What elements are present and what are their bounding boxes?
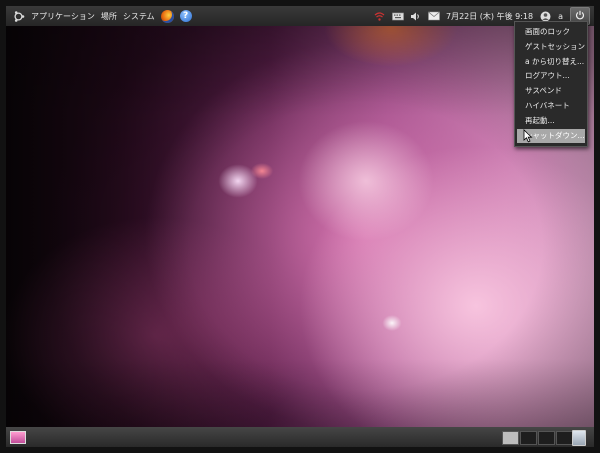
clock[interactable]: 7月22日 (木) 午後 9:18 xyxy=(446,11,533,22)
menu-item-guest-session[interactable]: ゲストセッション xyxy=(515,40,587,55)
menu-item-switch-user[interactable]: a から切り替え... xyxy=(515,55,587,70)
ubuntu-logo-icon[interactable] xyxy=(12,10,25,23)
menu-item-restart[interactable]: 再起動... xyxy=(515,114,587,129)
workspace-switcher xyxy=(502,431,573,445)
menu-item-hibernate[interactable]: ハイバネート xyxy=(515,99,587,114)
system-menu[interactable]: システム xyxy=(123,11,155,22)
user-status-icon[interactable] xyxy=(540,11,551,22)
help-icon[interactable]: ? xyxy=(179,10,192,22)
top-panel: アプリケーション 場所 システム ? 7月22日 (木) 午後 9:18 a xyxy=(6,6,594,26)
menu-item-lock-screen[interactable]: 画面のロック xyxy=(515,25,587,40)
show-desktop-button[interactable] xyxy=(10,431,26,444)
mouse-cursor-icon xyxy=(523,128,533,143)
workspace-3[interactable] xyxy=(538,431,555,445)
workspace-2[interactable] xyxy=(520,431,537,445)
menu-item-suspend[interactable]: サスペンド xyxy=(515,84,587,99)
desktop-wallpaper xyxy=(6,6,594,447)
trash-icon[interactable] xyxy=(572,430,586,446)
firefox-icon[interactable] xyxy=(160,9,174,23)
bottom-panel xyxy=(6,427,594,447)
network-icon[interactable] xyxy=(374,11,385,22)
volume-icon[interactable] xyxy=(410,11,421,22)
mail-icon[interactable] xyxy=(428,11,440,22)
keyboard-icon[interactable] xyxy=(392,11,404,22)
user-name[interactable]: a xyxy=(558,12,563,21)
workspace-1[interactable] xyxy=(502,431,519,445)
menu-item-logout[interactable]: ログアウト... xyxy=(515,69,587,84)
desktop-screen: アプリケーション 場所 システム ? 7月22日 (木) 午後 9:18 a 画… xyxy=(6,6,594,447)
applications-menu[interactable]: アプリケーション xyxy=(31,11,95,22)
top-panel-left: アプリケーション 場所 システム ? xyxy=(12,6,192,26)
places-menu[interactable]: 場所 xyxy=(101,11,117,22)
workspace-4[interactable] xyxy=(556,431,573,445)
